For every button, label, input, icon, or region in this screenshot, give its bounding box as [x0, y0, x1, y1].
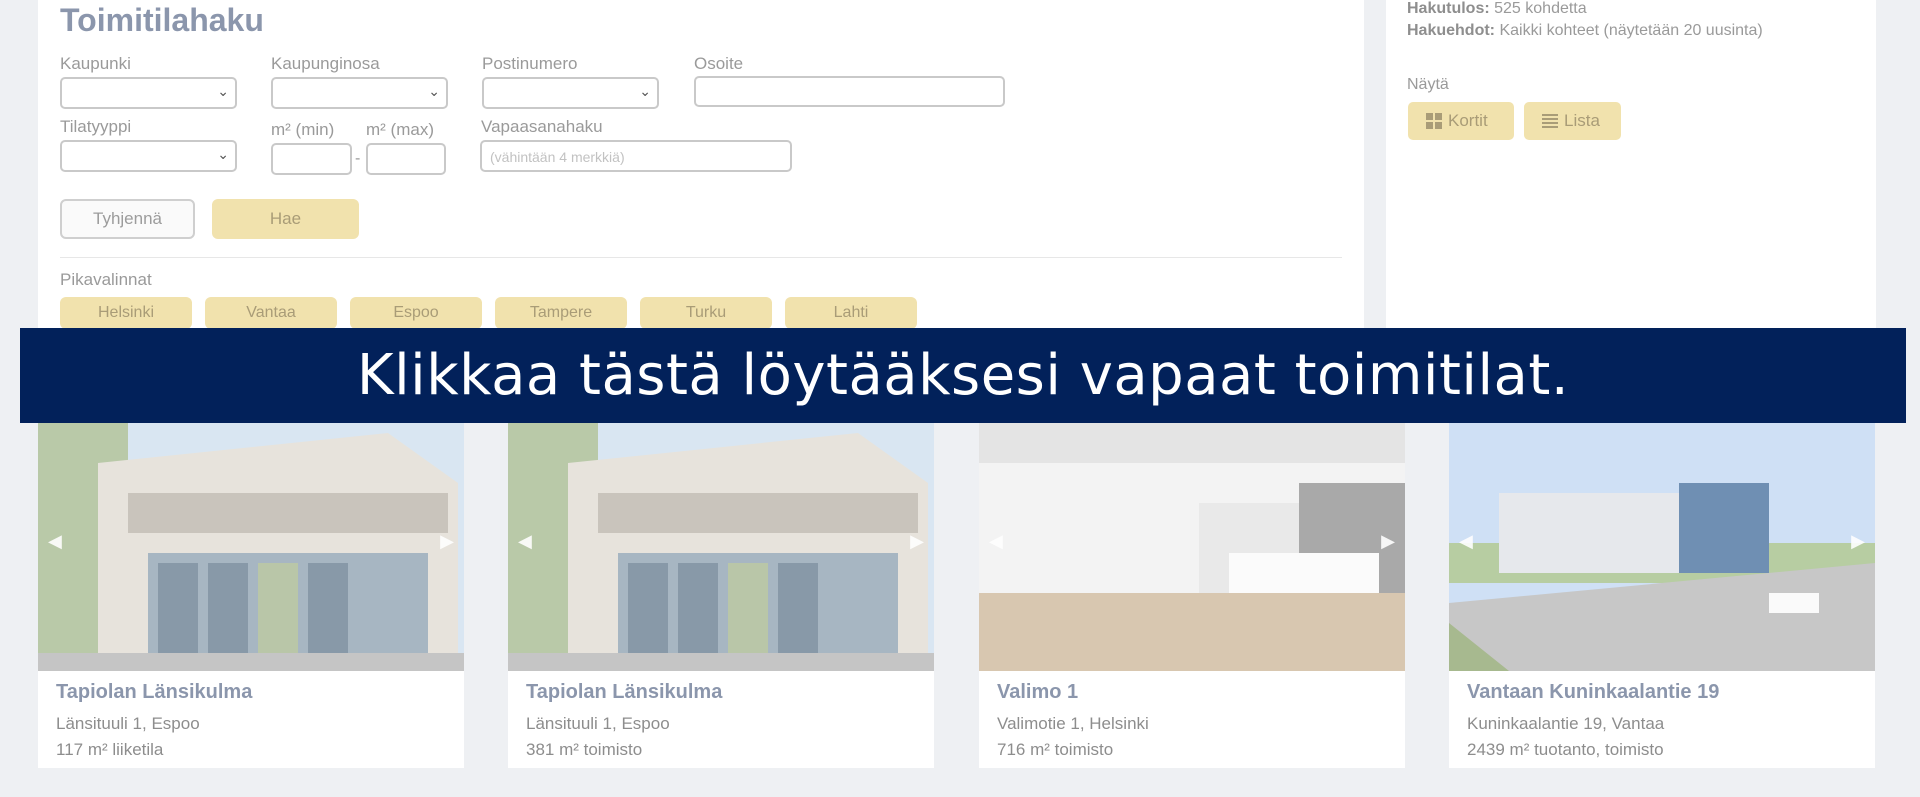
list-view-button[interactable]: Lista [1524, 102, 1621, 140]
prev-image-icon[interactable]: ◀ [989, 531, 1003, 552]
chevron-down-icon: ⌄ [639, 83, 651, 99]
m2-max-label: m² (max) [366, 120, 434, 139]
property-card[interactable]: ◀ ▶ Tapiolan Länsikulma Länsituuli 1, Es… [508, 423, 934, 768]
property-card[interactable]: ◀ ▶ Valimo 1 Valimotie 1, Helsinki 716 m… [979, 423, 1405, 768]
property-card[interactable]: ◀ ▶ Vantaan Kuninkaalantie 19 Kuninkaala… [1449, 423, 1875, 768]
page-title: Toimitilahaku [60, 2, 264, 38]
result-count-value: 525 kohdetta [1494, 0, 1587, 17]
property-image [38, 423, 464, 671]
property-card[interactable]: ◀ ▶ Tapiolan Länsikulma Länsituuli 1, Es… [38, 423, 464, 768]
address-input[interactable] [694, 76, 1005, 107]
property-address: Kuninkaalantie 19, Vantaa [1467, 714, 1665, 733]
list-icon [1542, 114, 1558, 128]
cards-view-label: Kortit [1448, 111, 1488, 130]
result-count-label: Hakutulos: [1407, 0, 1490, 17]
chevron-down-icon: ⌄ [217, 146, 229, 162]
m2-max-input[interactable] [366, 143, 446, 175]
property-size: 117 m² liiketila [56, 740, 164, 759]
quick-vantaa[interactable]: Vantaa [205, 297, 337, 329]
property-address: Länsituuli 1, Espoo [526, 714, 670, 733]
prev-image-icon[interactable]: ◀ [518, 531, 532, 552]
district-select[interactable]: ⌄ [271, 77, 448, 109]
next-image-icon[interactable]: ▶ [1851, 531, 1865, 552]
promo-banner[interactable]: Klikkaa tästä löytääksesi vapaat toimiti… [20, 328, 1906, 423]
city-label: Kaupunki [60, 54, 131, 73]
freetext-label: Vapaasanahaku [481, 117, 603, 136]
chevron-down-icon: ⌄ [428, 83, 440, 99]
next-image-icon[interactable]: ▶ [1381, 531, 1395, 552]
quick-espoo[interactable]: Espoo [350, 297, 482, 329]
range-separator: - [355, 150, 361, 167]
property-address: Länsituuli 1, Espoo [56, 714, 200, 733]
type-label: Tilatyyppi [60, 117, 132, 136]
prev-image-icon[interactable]: ◀ [48, 531, 62, 552]
next-image-icon[interactable]: ▶ [440, 531, 454, 552]
property-size: 381 m² toimisto [526, 740, 643, 759]
search-button[interactable]: Hae [212, 199, 359, 239]
quick-helsinki[interactable]: Helsinki [60, 297, 192, 329]
list-view-label: Lista [1564, 111, 1600, 130]
property-name: Valimo 1 [997, 681, 1079, 703]
city-select[interactable]: ⌄ [60, 77, 237, 109]
district-label: Kaupunginosa [271, 54, 380, 73]
quick-lahti[interactable]: Lahti [785, 297, 917, 329]
result-count: Hakutulos: 525 kohdetta [1407, 0, 1587, 18]
property-address: Valimotie 1, Helsinki [997, 714, 1149, 733]
prev-image-icon[interactable]: ◀ [1459, 531, 1473, 552]
quick-turku[interactable]: Turku [640, 297, 772, 329]
criteria-label: Hakuehdot: [1407, 22, 1495, 39]
zip-label: Postinumero [482, 54, 578, 73]
property-image [508, 423, 934, 671]
m2-min-label: m² (min) [271, 120, 335, 139]
cards-view-button[interactable]: Kortit [1408, 102, 1514, 140]
property-name: Tapiolan Länsikulma [526, 681, 723, 703]
search-criteria: Hakuehdot: Kaikki kohteet (näytetään 20 … [1407, 22, 1763, 40]
criteria-value: Kaikki kohteet (näytetään 20 uusinta) [1499, 22, 1763, 39]
grid-icon [1426, 113, 1442, 129]
property-size: 716 m² toimisto [997, 740, 1114, 759]
type-select[interactable]: ⌄ [60, 140, 237, 172]
freetext-input[interactable]: (vähintään 4 merkkiä) [480, 140, 792, 172]
property-image [1449, 423, 1875, 671]
chevron-down-icon: ⌄ [217, 83, 229, 99]
property-size: 2439 m² tuotanto, toimisto [1467, 740, 1664, 759]
property-name: Tapiolan Länsikulma [56, 681, 253, 703]
quick-tampere[interactable]: Tampere [495, 297, 627, 329]
divider [60, 257, 1342, 258]
m2-min-input[interactable] [271, 143, 352, 175]
property-name: Vantaan Kuninkaalantie 19 [1467, 681, 1720, 703]
clear-button[interactable]: Tyhjennä [60, 199, 195, 239]
property-image [979, 423, 1405, 671]
quick-label: Pikavalinnat [60, 270, 152, 289]
view-label: Näytä [1407, 76, 1449, 93]
next-image-icon[interactable]: ▶ [910, 531, 924, 552]
results-panel [1386, 0, 1876, 340]
zip-select[interactable]: ⌄ [482, 77, 659, 109]
address-label: Osoite [694, 54, 744, 73]
